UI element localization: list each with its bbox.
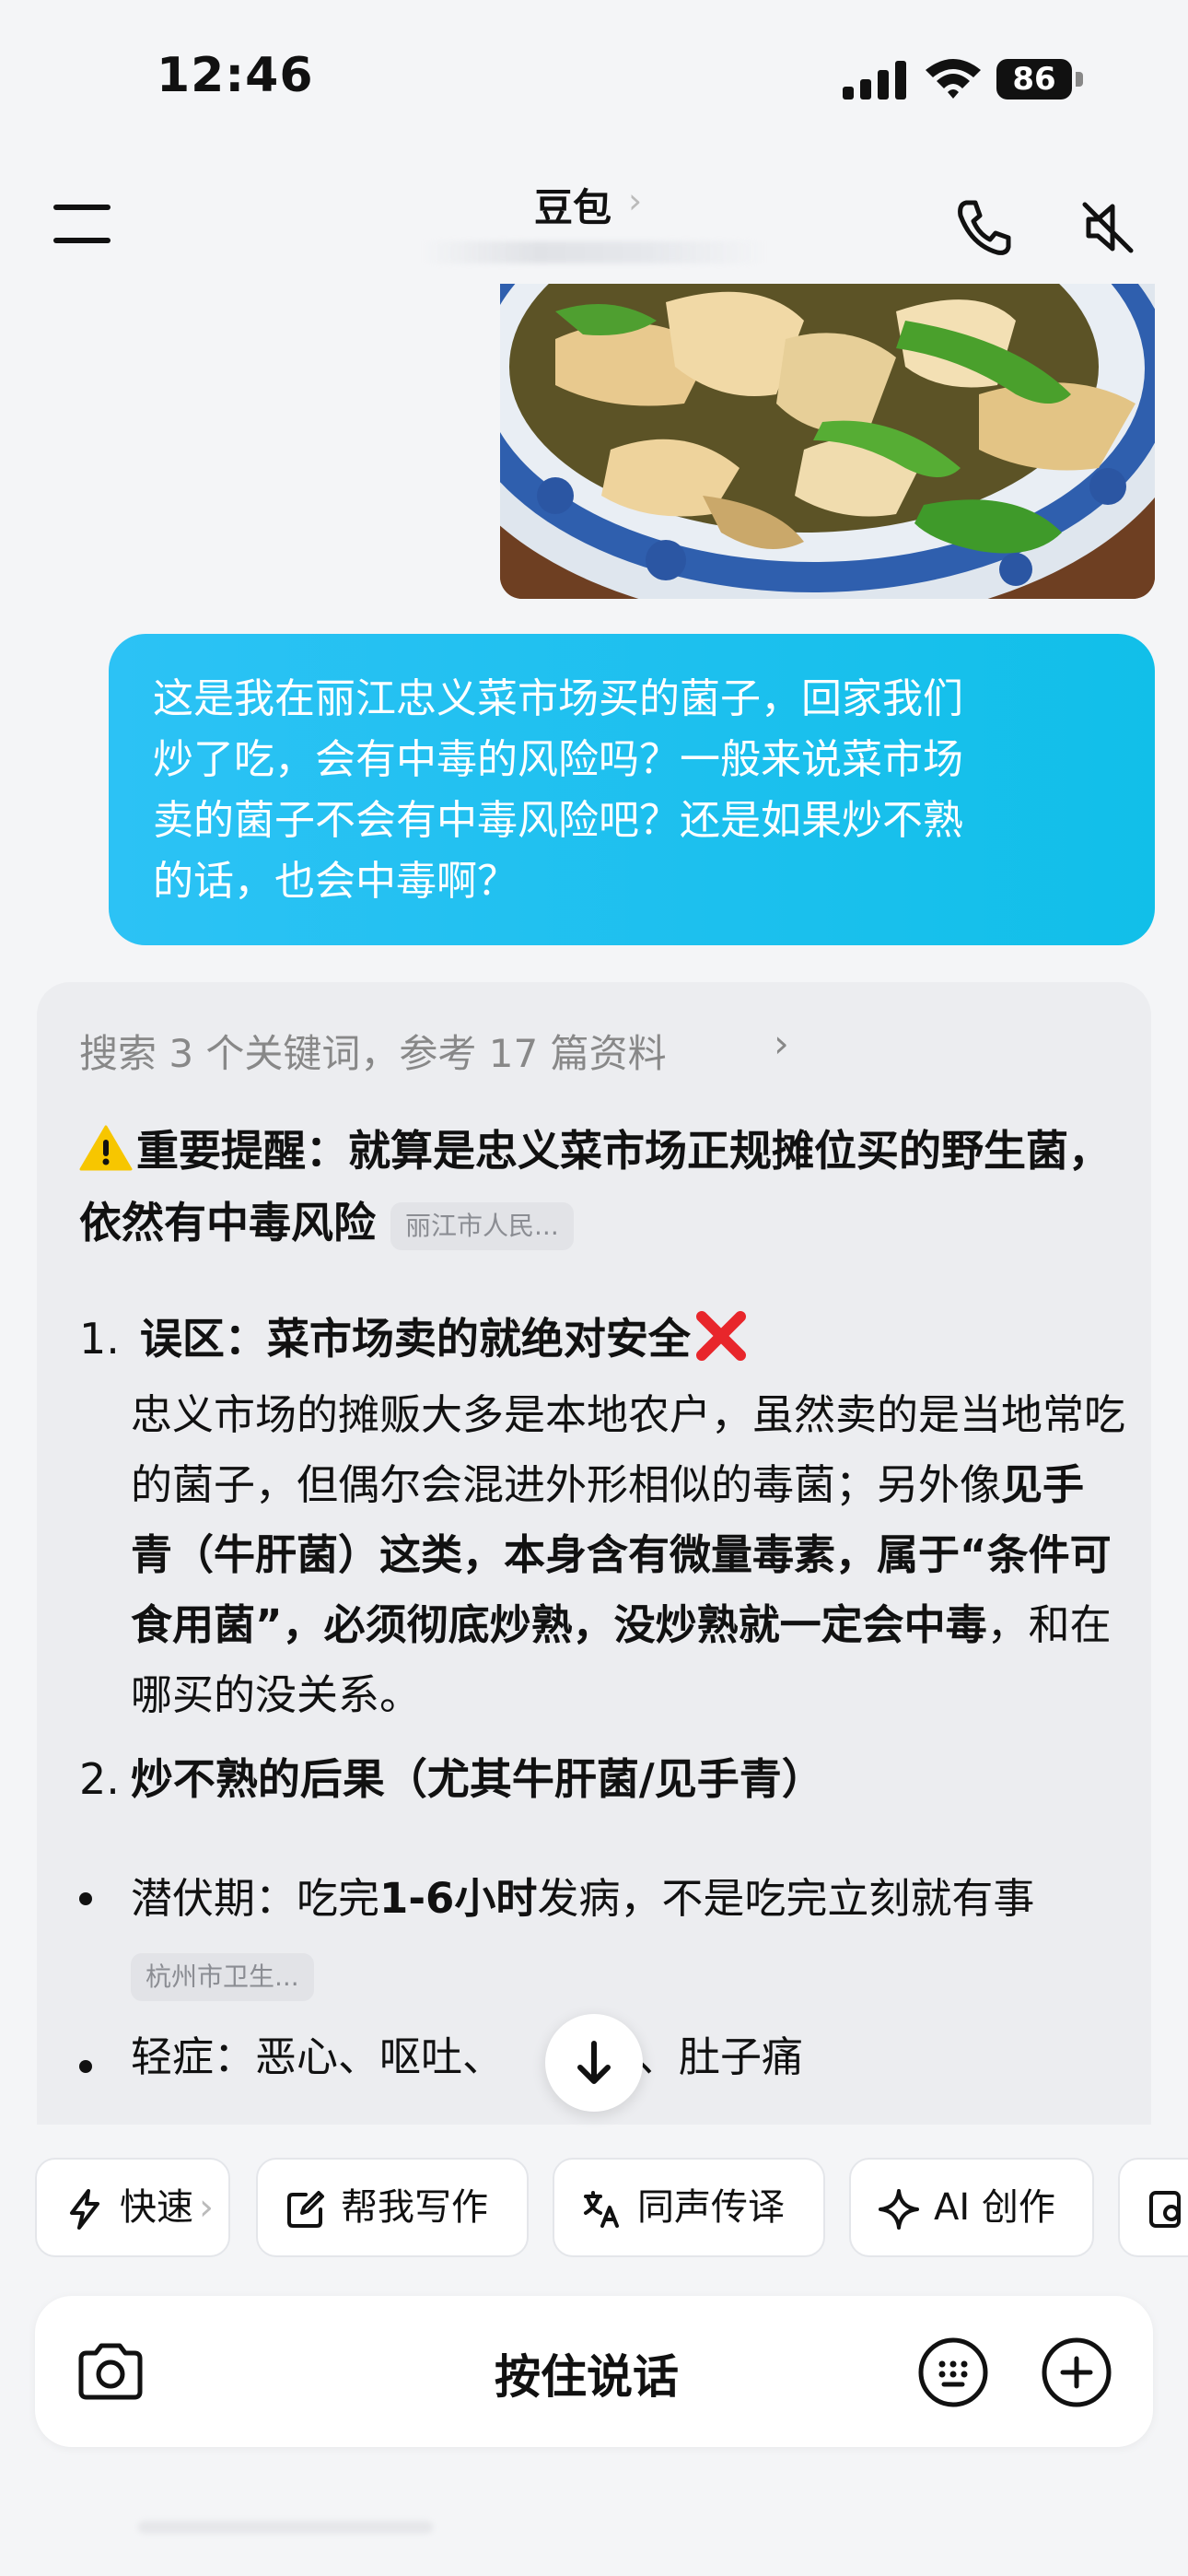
document-search-icon (1149, 2191, 1181, 2228)
home-indicator (138, 2521, 433, 2534)
plus-icon[interactable] (1041, 2336, 1112, 2408)
camera-icon[interactable] (76, 2340, 146, 2403)
edit-icon (287, 2191, 324, 2228)
bullet-label: 潜伏期： (131, 1874, 297, 1923)
chip-label: 同声传译 (637, 2186, 785, 2229)
warning-icon (79, 1125, 133, 1171)
arrow-down-icon (577, 2041, 611, 2084)
list-number: 2. (79, 1754, 120, 1804)
search-summary-link[interactable]: 搜索 3 个关键词，参考 17 篇资料 (79, 1023, 667, 1079)
bullet-dot (79, 1892, 92, 1905)
list-item-1-body: 忠义市场的摊贩大多是本地农户，虽然卖的是当地常吃的菌子，但偶尔会混进外形相似的毒… (131, 1380, 1125, 1730)
scroll-to-bottom-button[interactable] (545, 2014, 643, 2112)
bullet-item-mild-symptoms: 轻症：恶心、呕吐、 子、肚子痛 (131, 2027, 803, 2088)
list-item-2-title-text: 炒不熟的后果（尤其牛肝菌/见手青） (130, 1754, 824, 1804)
bullet-text: 发病，不是吃完立刻就有事 (537, 1874, 1035, 1923)
menu-button[interactable] (53, 205, 112, 245)
translate-icon (584, 2191, 619, 2228)
chip-fast[interactable]: 快速 › (35, 2158, 230, 2257)
wifi-icon (926, 59, 981, 99)
warning-label: 重要提醒： (136, 1126, 348, 1176)
mushroom-dish-photo[interactable] (500, 284, 1155, 599)
bullet-text: 吃完 (297, 1874, 380, 1923)
chip-label: AI 创作 (934, 2186, 1055, 2229)
phone-icon[interactable] (953, 197, 1014, 258)
bullet-item-incubation: 潜伏期：吃完1-6小时发病，不是吃完立刻就有事 杭州市卫生... (131, 1861, 1125, 2012)
citation-chip[interactable]: 杭州市卫生... (131, 1953, 314, 2001)
bullet-bold-text: 1-6小时 (379, 1874, 538, 1923)
bullet-text: 恶心、呕吐、 (255, 2032, 505, 2081)
hold-to-talk-button[interactable]: 按住说话 (495, 2340, 679, 2406)
chevron-right-icon: › (199, 2186, 214, 2229)
sparkle-icon (879, 2189, 919, 2230)
lightning-icon (70, 2189, 99, 2230)
cross-mark-icon (695, 1311, 746, 1361)
citation-chip[interactable]: 丽江市人民... (390, 1201, 574, 1250)
warning-paragraph: 重要提醒：就算是忠义菜市场正规摊位买的野生菌，依然有中毒风险 丽江市人民... (79, 1115, 1111, 1259)
battery-level: 86 (996, 59, 1072, 100)
user-message-text: 这是我在丽江忠义菜市场买的菌子，回家我们 炒了吃，会有中毒的风险吗？一般来说菜市… (153, 675, 963, 905)
body-text: 忠义市场的摊贩大多是本地农户，虽然卖的是当地常吃的菌子，但偶尔会混进外形相似的毒… (131, 1390, 1126, 1509)
chevron-right-icon: › (774, 1021, 789, 1066)
list-item-1-title: 1. 误区：菜市场卖的就绝对安全 (79, 1308, 748, 1369)
chevron-right-icon: › (628, 181, 643, 221)
chip-more[interactable] (1118, 2158, 1188, 2257)
bullet-label: 轻症： (131, 2032, 256, 2081)
speaker-mute-icon[interactable] (1077, 197, 1138, 258)
nav-subtitle-blurred (424, 241, 764, 263)
list-number: 1. (79, 1314, 120, 1364)
chip-help-write[interactable]: 帮我写作 (256, 2158, 529, 2257)
list-item-1-title-text: 误区：菜市场卖的就绝对安全 (139, 1314, 691, 1364)
user-message-bubble[interactable]: 这是我在丽江忠义菜市场买的菌子，回家我们 炒了吃，会有中毒的风险吗？一般来说菜市… (109, 634, 1155, 945)
chip-label: 快速 (120, 2186, 193, 2229)
chip-label: 帮我写作 (341, 2186, 488, 2229)
chip-ai-create[interactable]: AI 创作 (849, 2158, 1094, 2257)
signal-icon (843, 61, 906, 100)
status-time: 12:46 (157, 48, 314, 103)
battery-icon: 86 (996, 59, 1085, 100)
keyboard-icon[interactable] (917, 2336, 989, 2408)
list-item-2-title: 2. 炒不熟的后果（尤其牛肝菌/见手青） (79, 1749, 824, 1809)
bullet-dot (79, 2060, 92, 2073)
chip-simultaneous-interpretation[interactable]: 同声传译 (553, 2158, 825, 2257)
page-title[interactable]: 豆包 (534, 177, 611, 233)
